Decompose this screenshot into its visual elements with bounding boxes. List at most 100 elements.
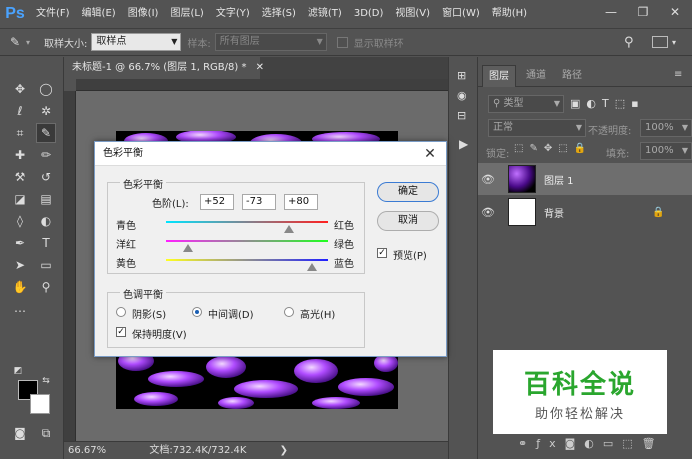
yellow-blue-slider[interactable] xyxy=(166,259,328,261)
chevron-right-icon[interactable]: ❯ xyxy=(280,445,288,456)
healing-brush-icon[interactable]: ✚ xyxy=(10,145,30,165)
lock-icons[interactable]: ⬚✎✥⬚🔒 xyxy=(514,143,592,154)
swap-colors-icon[interactable]: ⇆ xyxy=(40,375,52,387)
tab-paths[interactable]: 路径 xyxy=(556,65,588,87)
preserve-luminosity-checkbox[interactable]: ✓ xyxy=(116,327,126,337)
layer-actions-bar[interactable]: ⚭ƒx◙◐▭⬚🗑 xyxy=(518,437,665,450)
eye-icon[interactable]: 👁 xyxy=(478,206,498,219)
history-brush-icon[interactable]: ↺ xyxy=(36,167,56,187)
magenta-green-slider[interactable] xyxy=(166,240,328,242)
layer-row[interactable]: 👁 图层 1 xyxy=(478,163,692,195)
layer-row[interactable]: 👁 背景 🔒 xyxy=(478,196,692,228)
filter-icons[interactable]: ▣◐T⬚▪ xyxy=(570,97,645,110)
sample-size-select[interactable]: 取样点 ▼ xyxy=(91,33,182,51)
menu-type[interactable]: 文字(Y) xyxy=(210,0,256,28)
eye-icon[interactable]: 👁 xyxy=(478,173,498,186)
slider-thumb[interactable] xyxy=(306,263,317,271)
level-yellow-blue-input[interactable]: +80 xyxy=(284,194,318,210)
shadows-radio[interactable] xyxy=(116,307,126,317)
document-tab[interactable]: 未标题-1 @ 66.7% (图层 1, RGB/8) * ✕ xyxy=(64,57,264,79)
menu-image[interactable]: 图像(I) xyxy=(122,0,165,28)
layer-filter-select[interactable]: ⚲ 类型 ▼ xyxy=(488,95,564,113)
opacity-input[interactable]: 100% ▼ xyxy=(640,119,692,137)
watermark-title: 百科全说 xyxy=(523,370,636,400)
menu-edit[interactable]: 编辑(E) xyxy=(76,0,122,28)
properties-panel-icon[interactable]: ◉ xyxy=(457,89,467,102)
menu-filter[interactable]: 滤镜(T) xyxy=(302,0,348,28)
eyedropper-icon[interactable]: ✎ xyxy=(10,35,24,49)
play-icon[interactable]: ▶ xyxy=(459,137,468,151)
tab-channels[interactable]: 通道 xyxy=(520,65,552,87)
menu-select[interactable]: 选择(S) xyxy=(256,0,302,28)
highlights-radio[interactable] xyxy=(284,307,294,317)
magic-wand-icon[interactable]: ✲ xyxy=(36,101,56,121)
menu-layer[interactable]: 图层(L) xyxy=(164,0,209,28)
clone-stamp-icon[interactable]: ⚒ xyxy=(10,167,30,187)
shadows-label: 阴影(S) xyxy=(132,310,167,321)
brush-icon[interactable]: ✏ xyxy=(36,145,56,165)
slider-right-label: 蓝色 xyxy=(334,259,354,270)
cyan-red-slider[interactable] xyxy=(166,221,328,223)
hand-icon[interactable]: ✋ xyxy=(10,277,30,297)
background-color-swatch[interactable] xyxy=(30,394,50,414)
elliptical-marquee-icon[interactable]: ◯ xyxy=(36,79,56,99)
blend-mode-select[interactable]: 正常 ▼ xyxy=(488,119,586,137)
screen-mode-icon[interactable]: ⧉ xyxy=(36,423,56,443)
zoom-icon[interactable]: ⚲ xyxy=(36,277,56,297)
slider-left-label: 洋红 xyxy=(116,240,136,251)
chevron-down-icon: ▼ xyxy=(681,146,688,155)
menu-help[interactable]: 帮助(H) xyxy=(486,0,533,28)
slider-thumb[interactable] xyxy=(182,244,193,252)
show-ring-label: 显示取样环 xyxy=(353,38,404,50)
menu-file[interactable]: 文件(F) xyxy=(30,0,76,28)
blur-icon[interactable]: ◊ xyxy=(10,211,30,231)
rectangle-icon[interactable]: ▭ xyxy=(36,255,56,275)
menu-3d[interactable]: 3D(D) xyxy=(348,0,390,28)
sample-select[interactable]: 所有图层 ▼ xyxy=(214,33,327,51)
pen-icon[interactable]: ✒ xyxy=(10,233,30,253)
color-balance-group: 色彩平衡 色阶(L): +52 -73 +80 青色 红色 洋红 绿色 黄色 蓝… xyxy=(107,176,365,274)
level-cyan-red-input[interactable]: +52 xyxy=(200,194,234,210)
adjustments-panel-icon[interactable]: ⊟ xyxy=(457,109,466,122)
maximize-icon[interactable]: ❐ xyxy=(628,0,658,24)
close-icon[interactable]: ✕ xyxy=(660,0,690,24)
tools-panel: ✥ ◯ ℓ ✲ ⌗ ✎ ✚ ✏ ⚒ ↺ ◪ ▤ ◊ ◐ ✒ T ➤ ▭ ✋ ⚲ … xyxy=(0,57,64,459)
show-ring-checkbox[interactable] xyxy=(336,36,348,48)
history-panel-icon[interactable]: ⊞ xyxy=(457,69,466,82)
quick-mask-icon[interactable]: ◙ xyxy=(10,423,30,443)
tool-preset-chevron-icon[interactable]: ▾ xyxy=(26,38,30,47)
lasso-icon[interactable]: ℓ xyxy=(10,101,30,121)
midtones-radio[interactable] xyxy=(192,307,202,317)
preview-checkbox[interactable]: ✓ xyxy=(377,248,387,258)
more-tools-icon[interactable]: ⋯ xyxy=(10,301,30,321)
search-icon[interactable]: ⚲ xyxy=(624,35,634,50)
menu-window[interactable]: 窗口(W) xyxy=(436,0,486,28)
default-colors-icon[interactable]: ◩ xyxy=(12,365,24,377)
move-tool-icon[interactable]: ✥ xyxy=(10,79,30,99)
tab-layers[interactable]: 图层 xyxy=(482,65,516,87)
dodge-icon[interactable]: ◐ xyxy=(36,211,56,231)
eyedropper-tool-icon[interactable]: ✎ xyxy=(36,123,56,143)
zoom-level[interactable]: 66.67% xyxy=(68,445,106,456)
chevron-down-icon[interactable]: ▾ xyxy=(672,38,676,47)
slider-thumb[interactable] xyxy=(284,225,295,233)
panel-menu-icon[interactable]: ≡ xyxy=(674,69,682,80)
color-balance-dialog: 色彩平衡 ✕ 色彩平衡 色阶(L): +52 -73 +80 青色 红色 洋红 … xyxy=(94,141,447,357)
fill-input[interactable]: 100% ▼ xyxy=(640,142,692,160)
gradient-icon[interactable]: ▤ xyxy=(36,189,56,209)
ok-button[interactable]: 确定 xyxy=(377,182,439,202)
cancel-button[interactable]: 取消 xyxy=(377,211,439,231)
close-icon[interactable]: ✕ xyxy=(420,144,440,164)
crop-icon[interactable]: ⌗ xyxy=(10,123,30,143)
close-tab-icon[interactable]: ✕ xyxy=(256,62,264,73)
level-magenta-green-input[interactable]: -73 xyxy=(242,194,276,210)
minimize-icon[interactable]: — xyxy=(596,0,626,24)
type-tool-icon[interactable]: T xyxy=(36,233,56,253)
path-selection-icon[interactable]: ➤ xyxy=(10,255,30,275)
menu-view[interactable]: 视图(V) xyxy=(389,0,436,28)
sample-value: 所有图层 xyxy=(219,36,260,47)
chevron-down-icon: ▼ xyxy=(171,37,178,46)
eraser-icon[interactable]: ◪ xyxy=(10,189,30,209)
levels-label: 色阶(L): xyxy=(152,199,189,210)
workspace-icon[interactable] xyxy=(652,36,668,48)
